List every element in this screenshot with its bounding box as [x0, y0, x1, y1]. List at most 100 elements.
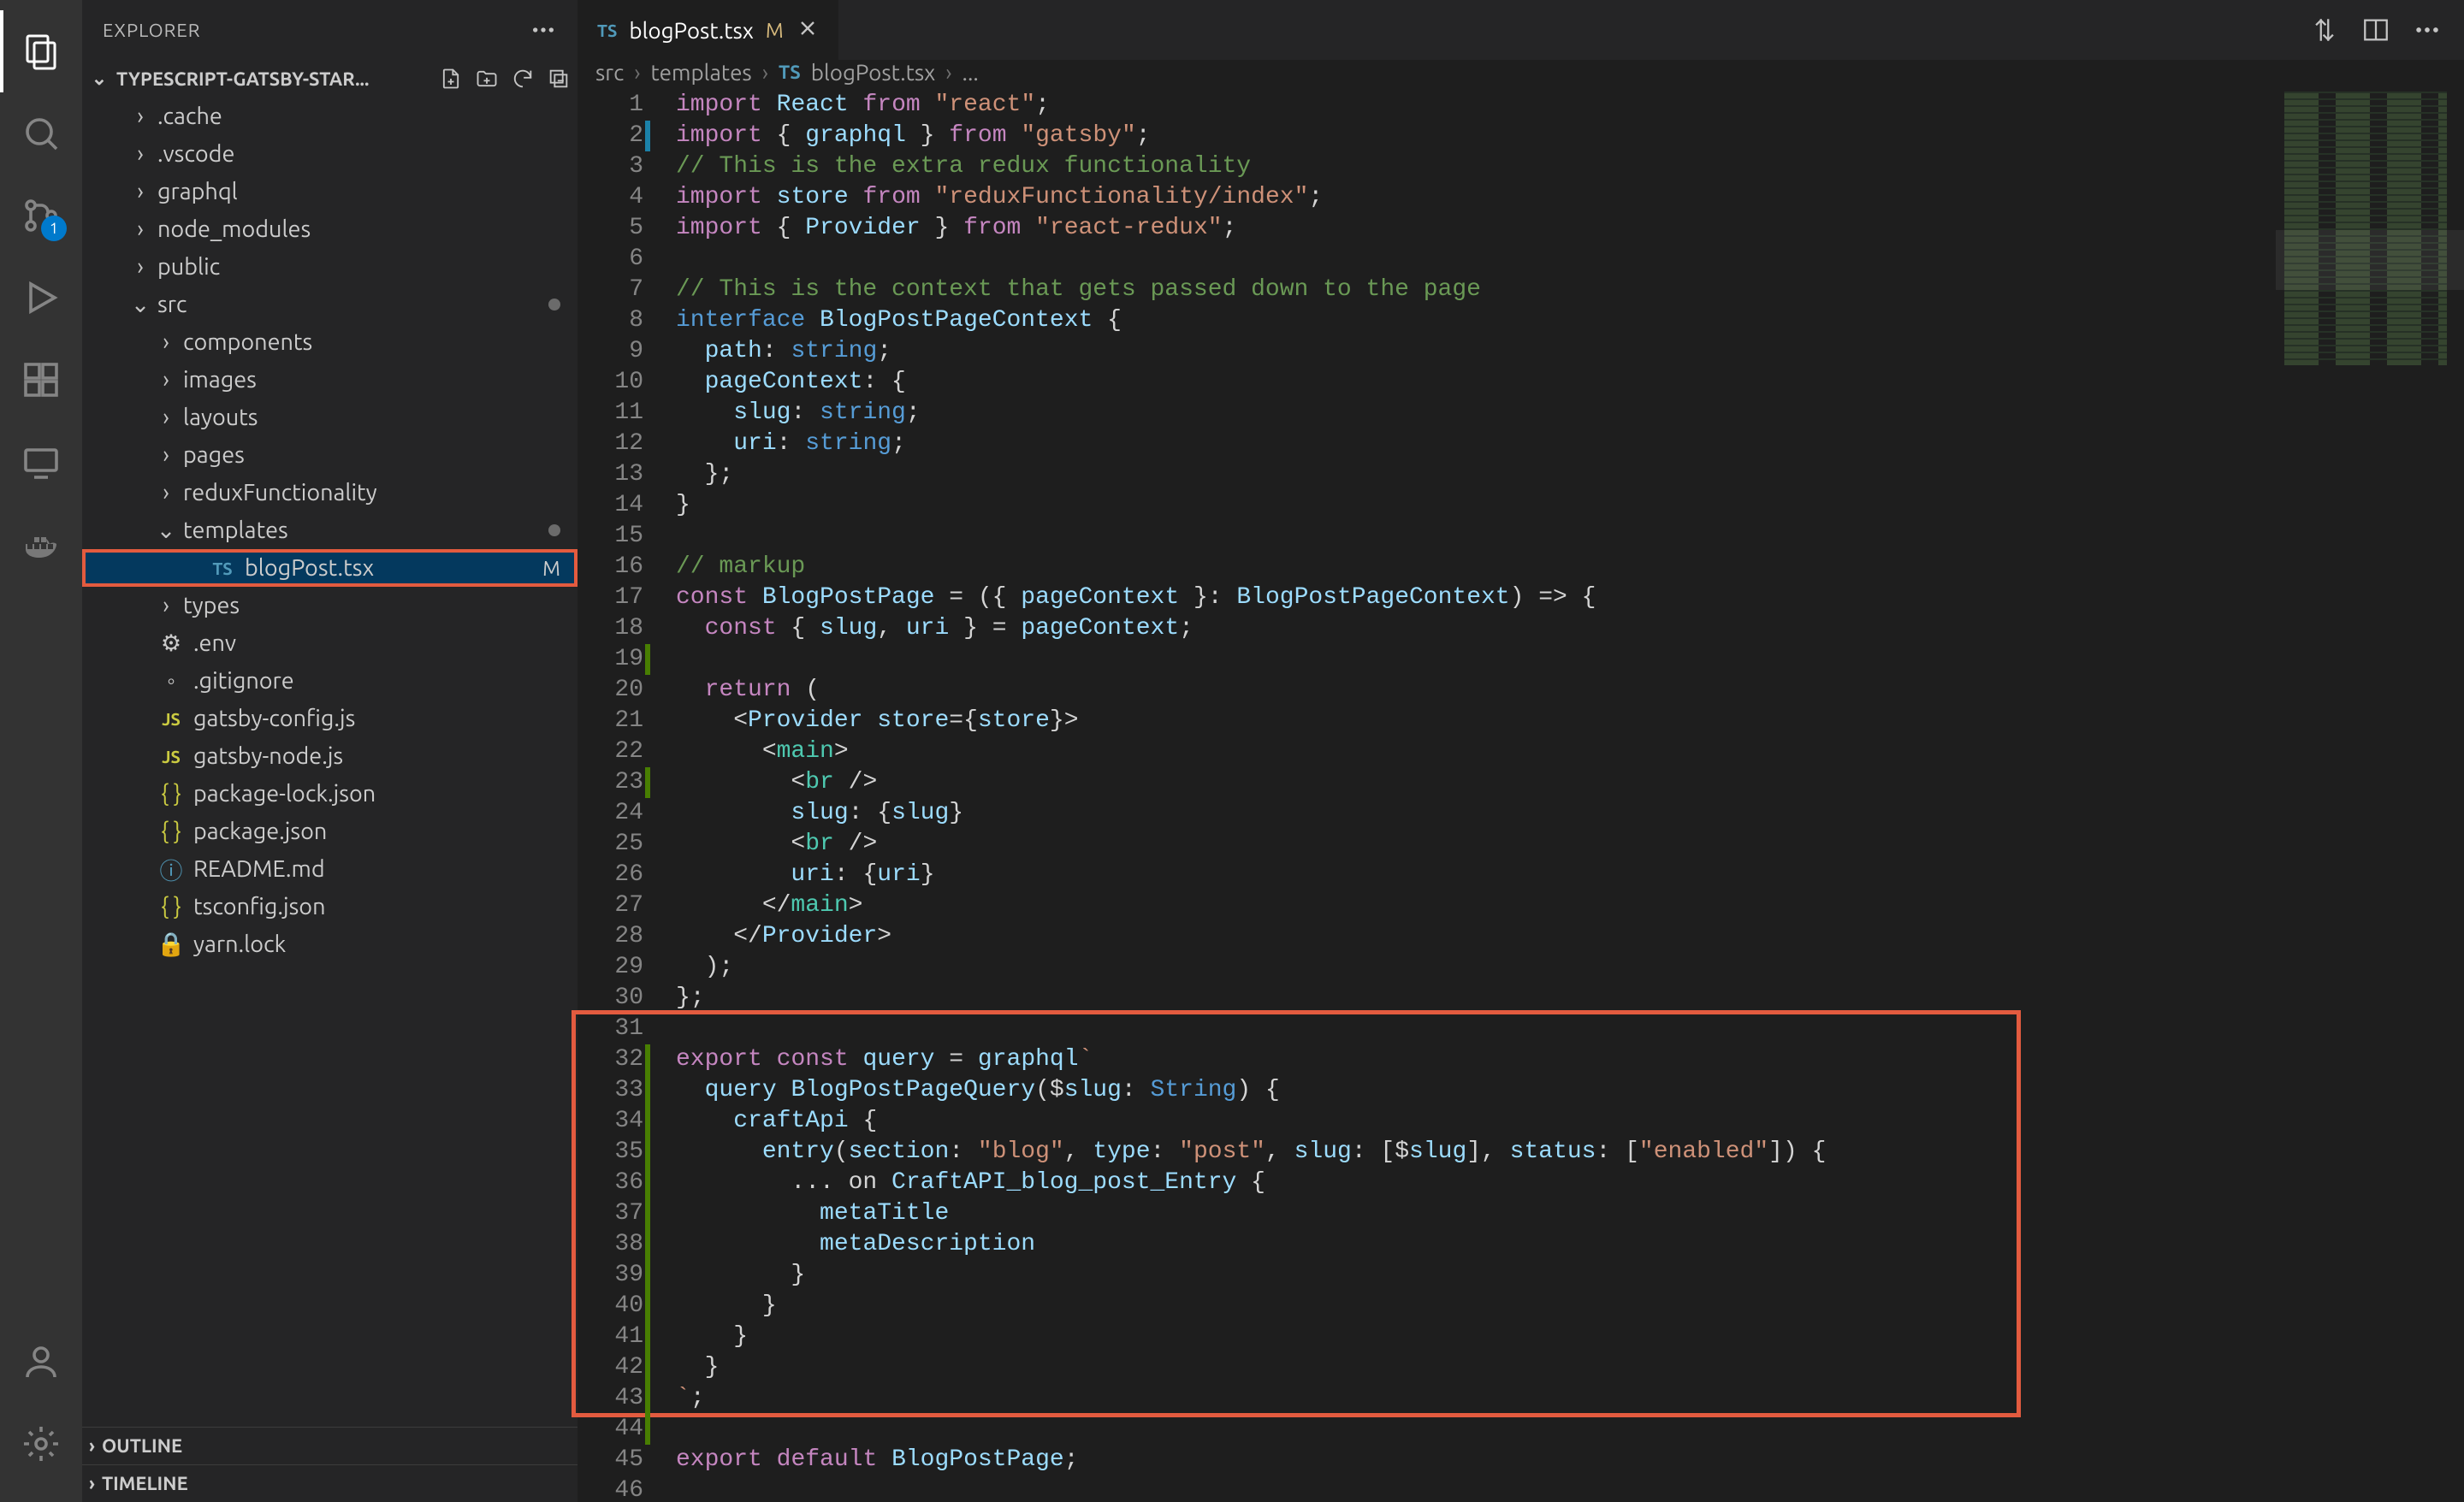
tree-item-label: node_modules: [157, 216, 311, 242]
timeline-section[interactable]: › TIMELINE: [82, 1464, 578, 1502]
breadcrumbs[interactable]: src › templates › TS blogPost.tsx › ...: [578, 60, 2464, 85]
file-row[interactable]: { }tsconfig.json: [82, 888, 578, 925]
folder-row[interactable]: ›pages: [82, 436, 578, 474]
chevron-right-icon: ›: [762, 60, 768, 85]
folder-row[interactable]: ›images: [82, 361, 578, 399]
minimap[interactable]: [2276, 85, 2464, 1502]
tab-filename: blogPost.tsx: [629, 18, 754, 43]
chevron-right-icon: ›: [89, 1473, 95, 1494]
chevron-icon: ›: [132, 103, 149, 129]
chevron-down-icon: ⌄: [89, 68, 110, 90]
editor-tab[interactable]: TS blogPost.tsx M: [578, 0, 839, 60]
more-icon[interactable]: [2413, 15, 2442, 44]
chevron-icon: ›: [157, 480, 175, 506]
tab-modified-badge: M: [766, 19, 784, 42]
chevron-icon: ›: [157, 405, 175, 430]
chevron-icon: ›: [132, 179, 149, 204]
breadcrumb-item[interactable]: src: [595, 60, 624, 85]
file-row[interactable]: JSgatsby-config.js: [82, 700, 578, 737]
file-row[interactable]: 🔒yarn.lock: [82, 925, 578, 963]
project-name: TYPESCRIPT-GATSBY-STAR...: [116, 68, 432, 90]
git-gutter-indicator: [645, 1044, 650, 1445]
more-icon[interactable]: [530, 16, 557, 44]
file-row[interactable]: ◦.gitignore: [82, 662, 578, 700]
outline-section[interactable]: › OUTLINE: [82, 1427, 578, 1464]
file-row[interactable]: TSblogPost.tsxM: [82, 549, 578, 587]
chevron-icon: ›: [157, 442, 175, 468]
git-gutter-indicator: [645, 644, 650, 675]
chevron-icon: ›: [157, 593, 175, 618]
folder-row[interactable]: › .cache: [82, 98, 578, 135]
accounts-icon[interactable]: [0, 1321, 82, 1403]
tree-item-label: package-lock.json: [193, 781, 376, 807]
chevron-icon: ›: [157, 329, 175, 355]
outline-label: OUTLINE: [102, 1435, 182, 1457]
modified-badge: M: [542, 557, 560, 580]
folder-row[interactable]: ›graphql: [82, 173, 578, 210]
chevron-icon: ›: [132, 254, 149, 280]
chevron-right-icon: ›: [634, 60, 640, 85]
timeline-label: TIMELINE: [102, 1473, 188, 1494]
chevron-icon: ›: [132, 216, 149, 242]
tree-item-label: package.json: [193, 819, 327, 844]
file-row[interactable]: JSgatsby-node.js: [82, 737, 578, 775]
chevron-icon: ⌄: [132, 292, 149, 318]
scm-badge: 1: [41, 216, 67, 241]
tree-item-label: public: [157, 254, 220, 280]
tree-item-label: gatsby-node.js: [193, 743, 343, 769]
search-icon[interactable]: [0, 92, 82, 174]
docker-icon[interactable]: [0, 503, 82, 585]
breadcrumb-item[interactable]: blogPost.tsx: [811, 60, 936, 85]
tree-item-label: templates: [183, 517, 288, 543]
tree-item-label: .cache: [157, 103, 222, 129]
project-section[interactable]: ⌄ TYPESCRIPT-GATSBY-STAR...: [82, 60, 578, 98]
tree-item-label: reduxFunctionality: [183, 480, 377, 506]
compare-changes-icon[interactable]: [2310, 15, 2339, 44]
source-control-icon[interactable]: 1: [0, 174, 82, 257]
folder-row[interactable]: ⌄ src: [82, 286, 578, 323]
typescript-icon: TS: [779, 62, 801, 83]
folder-row[interactable]: › .vscode: [82, 135, 578, 173]
file-row[interactable]: { }package.json: [82, 813, 578, 850]
file-tree[interactable]: ›.cache›.vscode›graphql›node_modules›pub…: [82, 98, 578, 1427]
collapse-all-icon[interactable]: [547, 67, 571, 91]
breadcrumb-item[interactable]: templates: [651, 60, 752, 85]
typescript-icon: TS: [597, 21, 617, 40]
refresh-icon[interactable]: [511, 67, 535, 91]
explorer-icon[interactable]: [0, 10, 82, 92]
tab-bar: TS blogPost.tsx M: [578, 0, 2464, 60]
tree-item-label: blogPost.tsx: [245, 555, 374, 581]
split-editor-icon[interactable]: [2361, 15, 2390, 44]
remote-icon[interactable]: [0, 421, 82, 503]
editor-body[interactable]: 1234567891011121314151617181920212223242…: [578, 85, 2464, 1502]
tree-item-label: layouts: [183, 405, 258, 430]
folder-row[interactable]: › layouts: [82, 399, 578, 436]
new-folder-icon[interactable]: [475, 67, 499, 91]
chevron-icon: ›: [132, 141, 149, 167]
editor-area: TS blogPost.tsx M src › templates › TS b…: [578, 0, 2464, 1502]
folder-row[interactable]: › reduxFunctionality: [82, 474, 578, 512]
settings-gear-icon[interactable]: [0, 1403, 82, 1485]
extensions-icon[interactable]: [0, 339, 82, 421]
file-row[interactable]: ⚙.env: [82, 624, 578, 662]
code-content[interactable]: import React from "react";import { graph…: [660, 85, 2464, 1502]
sidebar-title: EXPLORER: [103, 20, 200, 41]
folder-row[interactable]: ›types: [82, 587, 578, 624]
file-row[interactable]: ⓘREADME.md: [82, 850, 578, 888]
tree-item-label: src: [157, 292, 187, 317]
folder-row[interactable]: › components: [82, 323, 578, 361]
minimap-viewport[interactable]: [2276, 230, 2464, 290]
folder-row[interactable]: › public: [82, 248, 578, 286]
tree-item-label: .env: [193, 630, 236, 656]
close-icon[interactable]: [796, 16, 820, 44]
file-row[interactable]: { }package-lock.json: [82, 775, 578, 813]
folder-row[interactable]: › node_modules: [82, 210, 578, 248]
tree-item-label: components: [183, 329, 312, 355]
tree-item-label: yarn.lock: [193, 931, 286, 957]
breadcrumb-item[interactable]: ...: [962, 60, 979, 85]
run-debug-icon[interactable]: [0, 257, 82, 339]
new-file-icon[interactable]: [439, 67, 463, 91]
tree-item-label: .vscode: [157, 141, 234, 167]
modified-dot-icon: [548, 524, 560, 536]
folder-row[interactable]: ⌄templates: [82, 512, 578, 549]
